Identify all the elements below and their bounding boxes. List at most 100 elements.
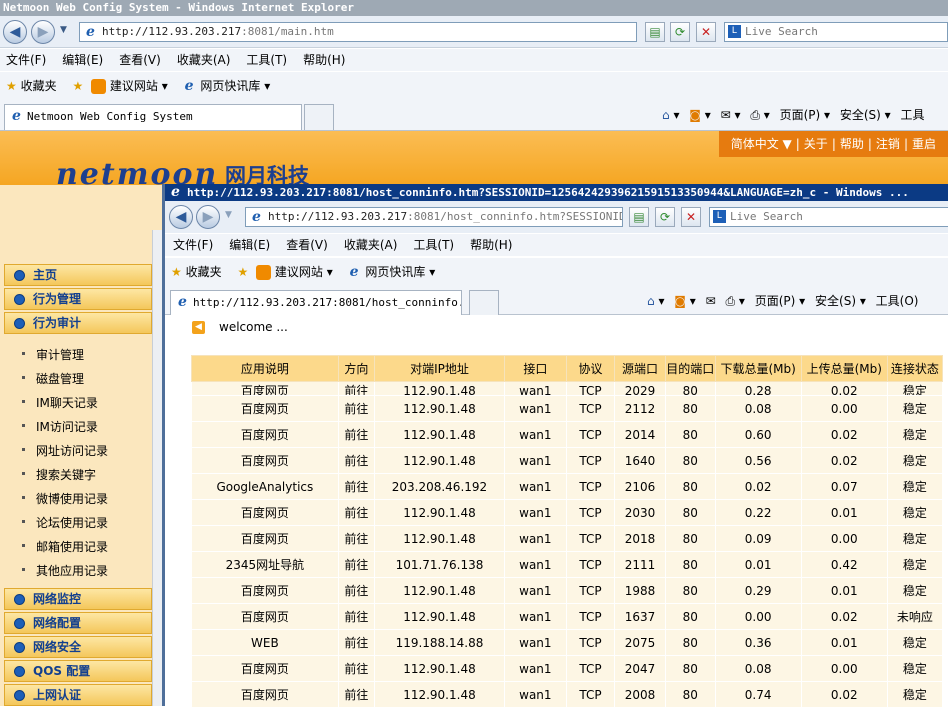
reboot-link[interactable]: 重启	[912, 137, 936, 151]
stop-icon[interactable]: ✕	[696, 22, 716, 42]
page-menu[interactable]: 页面(P)	[780, 108, 821, 122]
col-header-remote-ip: 对端IP地址	[374, 355, 505, 382]
table-cell: 112.90.1.48	[374, 655, 505, 682]
popup-menu-edit[interactable]: 编辑(E)	[229, 238, 270, 252]
favorites-label[interactable]: 收藏夹	[21, 79, 57, 93]
sidebar-scrollbar[interactable]	[152, 230, 162, 706]
read-mail-icon[interactable]: ✉	[721, 108, 731, 122]
safety-menu[interactable]: 安全(S)	[840, 108, 881, 122]
table-cell: 百度网页	[191, 655, 339, 682]
table-row: 百度网页 前往 112.90.1.48 wan1 TCP 1637 80 0.00 0.02 未响…	[191, 603, 944, 630]
popup-web-slice-icon: e	[349, 264, 359, 280]
popup-feeds-icon[interactable]: ◙	[674, 294, 686, 308]
popup-menu-tools[interactable]: 工具(T)	[413, 238, 454, 252]
popup-new-tab-button[interactable]	[469, 290, 499, 315]
top-nav: 简体中文 ▼ | 关于 | 帮助 | 注销 | 重启	[718, 131, 948, 157]
submenu-other-app-log[interactable]: 其他应用记录	[22, 562, 108, 579]
sidebar-item-network-monitor[interactable]: 网络监控	[4, 588, 152, 610]
submenu-im-chat-log[interactable]: IM聊天记录	[22, 394, 98, 411]
popup-favorites-label[interactable]: 收藏夹	[186, 265, 222, 279]
popup-compat-view-icon[interactable]: ▤	[629, 207, 649, 227]
submenu-audit-management[interactable]: 审计管理	[22, 346, 84, 363]
submenu-im-access-log[interactable]: IM访问记录	[22, 418, 98, 435]
submenu-search-keywords[interactable]: 搜索关键字	[22, 466, 96, 483]
submenu-mail-log[interactable]: 邮箱使用记录	[22, 538, 108, 555]
popup-address-bar[interactable]: e http://112.93.203.217:8081/host_connin…	[245, 207, 623, 227]
popup-refresh-icon[interactable]: ⟳	[655, 207, 675, 227]
popup-tab-active[interactable]: e http://112.93.203.217:8081/host_connin…	[170, 290, 462, 315]
outer-address-bar[interactable]: e http://112.93.203.217:8081/main.htm	[79, 22, 637, 42]
popup-forward-icon[interactable]: ▶	[196, 205, 220, 229]
menu-favorites[interactable]: 收藏夹(A)	[177, 53, 231, 67]
menu-tools[interactable]: 工具(T)	[246, 53, 287, 67]
popup-menu-help[interactable]: 帮助(H)	[470, 238, 512, 252]
tools-menu[interactable]: 工具	[900, 108, 924, 122]
compat-view-icon[interactable]: ▤	[645, 22, 665, 42]
popup-menu-bar: 文件(F) 编辑(E) 查看(V) 收藏夹(A) 工具(T) 帮助(H)	[165, 234, 948, 256]
popup-safety-menu[interactable]: 安全(S)	[815, 294, 856, 308]
sidebar-item-web-auth[interactable]: 上网认证	[4, 684, 152, 706]
help-link[interactable]: 帮助	[840, 137, 864, 151]
sidebar-item-behavior-management[interactable]: 行为管理	[4, 288, 152, 310]
favorites-star-icon[interactable]: ★	[6, 79, 17, 93]
feeds-icon[interactable]: ◙	[689, 108, 701, 122]
add-favorite-icon[interactable]: ★	[72, 79, 83, 93]
table-cell: wan1	[503, 395, 567, 422]
logout-link[interactable]: 注销	[876, 137, 900, 151]
popup-page-menu[interactable]: 页面(P)	[755, 294, 796, 308]
popup-search-box[interactable]: L Live Search	[709, 207, 948, 227]
popup-back-icon[interactable]: ◀	[169, 205, 193, 229]
home-icon[interactable]: ⌂	[662, 108, 670, 122]
history-dropdown-icon[interactable]: ▼	[60, 25, 67, 35]
popup-history-dropdown-icon[interactable]: ▼	[225, 210, 232, 220]
sidebar-item-home[interactable]: 主页	[4, 264, 152, 286]
web-slice-gallery-link[interactable]: 网页快讯库	[200, 79, 260, 93]
sidebar-item-behavior-audit[interactable]: 行为审计	[4, 312, 152, 334]
submenu-weibo-log[interactable]: 微博使用记录	[22, 490, 108, 507]
forward-icon[interactable]: ▶	[31, 20, 55, 44]
popup-favorites-star-icon[interactable]: ★	[171, 265, 182, 279]
popup-address-ie-icon: e	[252, 209, 261, 225]
submenu-disk-management[interactable]: 磁盘管理	[22, 370, 84, 387]
table-header-row: 应用说明 方向 对端IP地址 接口 协议 源端口 目的端口 下载总量(Mb) 上…	[191, 355, 944, 382]
table-cell: 0.00	[800, 525, 888, 552]
popup-tab-ie-icon: e	[178, 294, 187, 310]
suggested-sites-link[interactable]: 建议网站	[110, 79, 158, 93]
popup-suggested-sites-link[interactable]: 建议网站	[275, 265, 323, 279]
outer-search-box[interactable]: L Live Search	[724, 22, 948, 42]
language-select[interactable]: 简体中文 ▼	[731, 137, 792, 151]
popup-menu-favorites[interactable]: 收藏夹(A)	[344, 238, 398, 252]
popup-stop-icon[interactable]: ✕	[681, 207, 701, 227]
sidebar-item-network-config[interactable]: 网络配置	[4, 612, 152, 634]
popup-menu-view[interactable]: 查看(V)	[286, 238, 328, 252]
popup-menu-file[interactable]: 文件(F)	[173, 238, 213, 252]
table-cell: wan1	[503, 681, 567, 708]
popup-home-icon[interactable]: ⌂	[647, 294, 655, 308]
menu-file[interactable]: 文件(F)	[6, 53, 46, 67]
sidebar-item-network-security[interactable]: 网络安全	[4, 636, 152, 658]
popup-read-mail-icon[interactable]: ✉	[706, 294, 716, 308]
outer-tab-active[interactable]: e Netmoon Web Config System	[4, 104, 302, 130]
popup-add-favorite-icon[interactable]: ★	[237, 265, 248, 279]
table-cell: 前往	[337, 395, 376, 422]
new-tab-button[interactable]	[304, 104, 334, 130]
print-icon[interactable]: ⎙	[750, 108, 760, 122]
about-link[interactable]: 关于	[804, 137, 828, 151]
refresh-icon[interactable]: ⟳	[670, 22, 690, 42]
popup-tools-menu[interactable]: 工具(O)	[876, 294, 919, 308]
menu-edit[interactable]: 编辑(E)	[62, 53, 103, 67]
submenu-forum-log[interactable]: 论坛使用记录	[22, 514, 108, 531]
submenu-url-access-log[interactable]: 网址访问记录	[22, 442, 108, 459]
back-icon[interactable]: ◀	[3, 20, 27, 44]
ie-page-icon: e	[86, 24, 95, 40]
popup-print-icon[interactable]: ⎙	[725, 294, 735, 308]
col-header-upload: 上传总量(Mb)	[800, 355, 888, 382]
table-cell: 前往	[337, 629, 376, 656]
table-cell: 80	[664, 395, 716, 422]
popup-web-slice-gallery-link[interactable]: 网页快讯库	[365, 265, 425, 279]
menu-help[interactable]: 帮助(H)	[303, 53, 345, 67]
menu-view[interactable]: 查看(V)	[119, 53, 161, 67]
table-cell: 0.09	[714, 525, 802, 552]
sidebar-item-qos-config[interactable]: QOS 配置	[4, 660, 152, 682]
table-cell: 百度网页	[191, 421, 339, 448]
